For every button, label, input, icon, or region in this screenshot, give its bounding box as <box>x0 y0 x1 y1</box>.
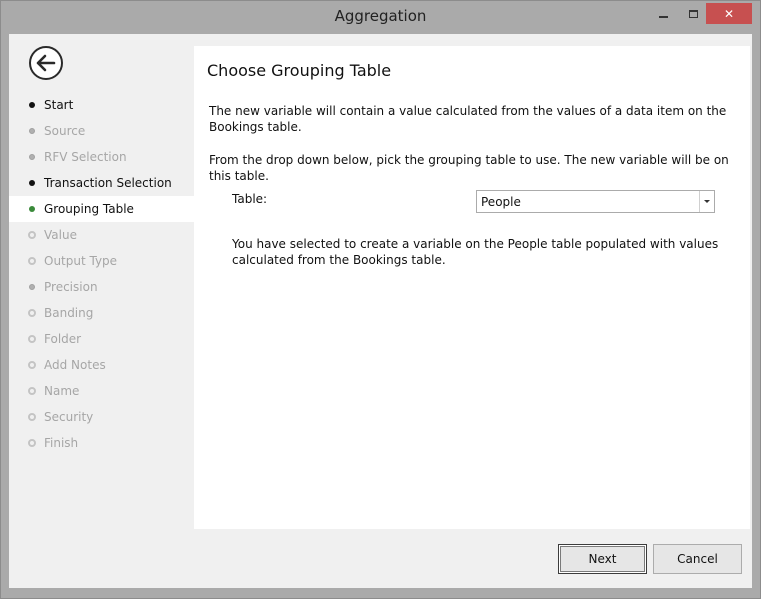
next-button[interactable]: Next <box>558 544 647 574</box>
step-label: Value <box>44 228 77 242</box>
step-label: Name <box>44 384 80 398</box>
table-dropdown-value: People <box>481 195 521 209</box>
table-dropdown[interactable]: People <box>476 190 715 213</box>
wizard-step-folder[interactable]: Folder <box>9 326 194 352</box>
minimize-icon <box>659 15 668 18</box>
step-label: Source <box>44 124 86 138</box>
minimize-button[interactable] <box>646 3 681 24</box>
wizard-step-banding[interactable]: Banding <box>9 300 194 326</box>
step-label: Folder <box>44 332 82 346</box>
summary-text: You have selected to create a variable o… <box>232 237 719 267</box>
step-label: Transaction Selection <box>44 176 172 190</box>
step-title: Choose Grouping Table <box>207 61 392 80</box>
wizard-step-source[interactable]: Source <box>9 118 194 144</box>
close-button[interactable]: ✕ <box>706 3 752 24</box>
wizard-step-start[interactable]: Start <box>9 92 194 118</box>
step-status-icon <box>28 439 36 447</box>
wizard-step-output-type[interactable]: Output Type <box>9 248 194 274</box>
step-label: Banding <box>44 306 94 320</box>
step-label: Start <box>44 98 74 112</box>
step-status-icon <box>28 387 36 395</box>
wizard-step-add-notes[interactable]: Add Notes <box>9 352 194 378</box>
wizard-body: Start Source RFV Selection Transaction Sele… <box>9 34 752 588</box>
cancel-button[interactable]: Cancel <box>653 544 742 574</box>
table-label: Table: <box>232 192 268 206</box>
wizard-step-precision[interactable]: Precision <box>9 274 194 300</box>
back-button[interactable] <box>29 46 63 80</box>
step-content-panel: Choose Grouping Table The new variable w… <box>194 46 750 529</box>
step-label: Add Notes <box>44 358 106 372</box>
step-status-icon <box>28 231 36 239</box>
maximize-icon <box>689 9 698 18</box>
wizard-step-rfv-selection[interactable]: RFV Selection <box>9 144 194 170</box>
title-bar[interactable]: Aggregation ✕ <box>1 1 760 34</box>
wizard-step-transaction-selection[interactable]: Transaction Selection <box>9 170 194 196</box>
step-status-icon <box>28 335 36 343</box>
step-status-icon <box>29 180 35 186</box>
wizard-step-value[interactable]: Value <box>9 222 194 248</box>
step-label: Precision <box>44 280 98 294</box>
aggregation-window: Aggregation ✕ Start Source RFV Selection Tr… <box>0 0 761 599</box>
wizard-steps: Start Source RFV Selection Transaction Sele… <box>9 92 194 456</box>
step-status-icon <box>29 128 35 134</box>
step-label: Security <box>44 410 94 424</box>
step-status-icon <box>28 309 36 317</box>
chevron-down-icon[interactable] <box>699 191 714 212</box>
step-status-icon <box>28 413 36 421</box>
step-status-icon <box>29 102 35 108</box>
step-status-icon <box>29 284 35 290</box>
step-label: RFV Selection <box>44 150 127 164</box>
wizard-step-security[interactable]: Security <box>9 404 194 430</box>
close-icon: ✕ <box>723 6 735 21</box>
step-status-icon <box>28 257 36 265</box>
step-label: Output Type <box>44 254 118 268</box>
wizard-step-finish[interactable]: Finish <box>9 430 194 456</box>
step-label: Grouping Table <box>44 202 134 216</box>
instruction-text: From the drop down below, pick the group… <box>209 153 729 183</box>
step-label: Finish <box>44 436 79 450</box>
back-arrow-icon <box>36 54 56 72</box>
step-status-icon <box>28 361 36 369</box>
maximize-button[interactable] <box>681 3 706 24</box>
wizard-step-grouping-table[interactable]: Grouping Table <box>9 196 194 222</box>
wizard-step-name[interactable]: Name <box>9 378 194 404</box>
step-status-icon <box>29 206 35 212</box>
step-status-icon <box>29 154 35 160</box>
intro-text: The new variable will contain a value ca… <box>209 104 727 134</box>
